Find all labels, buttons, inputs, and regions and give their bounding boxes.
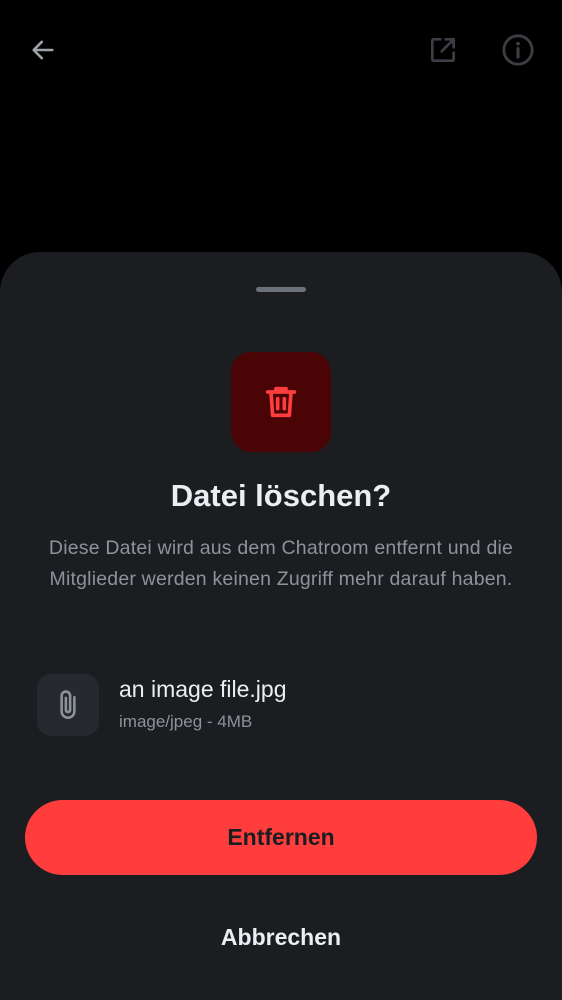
file-meta: image/jpeg - 4MB xyxy=(119,712,253,731)
open-external-icon xyxy=(431,38,455,62)
back-button[interactable] xyxy=(23,30,63,70)
trash-icon-container xyxy=(231,352,331,452)
remove-button[interactable]: Entfernen xyxy=(25,800,537,875)
top-app-bar xyxy=(0,0,562,100)
file-item: an image file.jpg image/jpeg - 4MB xyxy=(37,674,527,738)
sheet-drag-handle[interactable] xyxy=(256,287,306,292)
cancel-button[interactable]: Abbrechen xyxy=(25,902,537,972)
dialog-description: Diese Datei wird aus dem Chatroom entfer… xyxy=(48,537,514,590)
arrow-left-icon xyxy=(32,40,54,60)
file-name: an image file.jpg xyxy=(119,676,287,702)
open-external-button[interactable] xyxy=(423,30,463,70)
delete-file-bottom-sheet: Datei löschen? Diese Datei wird aus dem … xyxy=(0,252,562,1000)
info-circle-icon xyxy=(502,34,534,66)
dialog-title: Datei löschen? xyxy=(170,478,392,513)
trash-icon xyxy=(265,386,297,418)
paperclip-icon xyxy=(60,690,76,720)
info-button[interactable] xyxy=(498,30,538,70)
file-icon-container xyxy=(37,674,99,736)
